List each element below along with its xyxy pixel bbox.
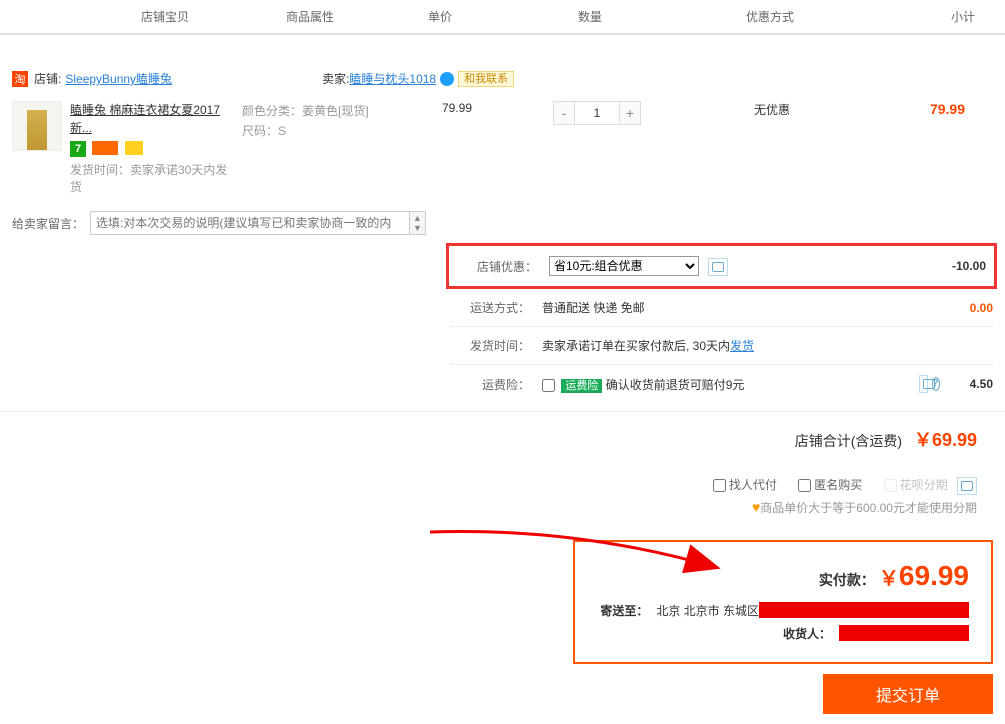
seller-link[interactable]: 瞌睡与枕头1018 <box>349 70 436 87</box>
order-options: 找人代付 匿名购买 花呗分期 ♥商品单价大于等于600.00元才能使用分期 <box>0 466 1005 526</box>
recipient-label: 收货人： <box>783 625 831 642</box>
final-payment-box: 实付款： ￥ 69.99 寄送至： 北京 北京市 东城区 收货人： <box>573 540 993 664</box>
service-badge-icon <box>92 141 118 155</box>
header-item: 店铺宝贝 <box>0 8 250 25</box>
chat-icon[interactable] <box>708 258 728 276</box>
contact-seller-button[interactable]: 和我联系 <box>458 71 514 87</box>
anonymous-checkbox[interactable] <box>798 479 811 492</box>
insurance-tag: 运费险 <box>561 379 602 393</box>
store-promo-amount: -10.00 <box>906 259 986 273</box>
store-promo-label: 店铺优惠： <box>457 258 537 275</box>
header-qty: 数量 <box>510 8 670 25</box>
service-badges: 7 <box>70 141 234 157</box>
shop-bar: 淘 店铺: SleepyBunny瞌睡兔 卖家: 瞌睡与枕头1018 和我联系 <box>0 60 1005 97</box>
header-promo: 优惠方式 <box>670 8 870 25</box>
insurance-amount: 4.50 <box>970 377 993 391</box>
store-total-label: 店铺合计(含运费) <box>795 433 902 449</box>
seller-message-input[interactable] <box>90 211 410 235</box>
huabei-checkbox <box>884 479 897 492</box>
message-label: 给卖家留言： <box>12 215 84 232</box>
address-redacted <box>759 602 969 618</box>
ship-time-label: 发货时间： <box>450 337 530 354</box>
pay-for-other-option[interactable]: 找人代付 <box>713 478 777 492</box>
store-total-row: 店铺合计(含运费) ￥69.99 <box>0 411 1005 466</box>
attr-color-value: 姜黄色[现货] <box>302 104 369 118</box>
shop-name-link[interactable]: SleepyBunny瞌睡兔 <box>65 70 172 87</box>
final-amount: 69.99 <box>899 560 969 592</box>
attr-color-label: 颜色分类： <box>242 104 302 118</box>
attr-size-value: S <box>278 124 286 138</box>
ship-time-value: 卖家承诺订单在买家付款后, 30天内发货 <box>542 337 913 354</box>
unit-price: 79.99 <box>402 101 512 195</box>
header-attrs: 商品属性 <box>250 8 370 25</box>
cart-item-row: 瞌睡兔 棉麻连衣裙女夏2017新... 7 发货时间：卖家承诺30天内发货 颜色… <box>0 97 1005 199</box>
huabei-option: 花呗分期 <box>884 478 948 492</box>
shop-label: 店铺: <box>34 70 61 87</box>
store-promo-select[interactable]: 省10元:组合优惠 <box>549 256 699 276</box>
pay-for-other-checkbox[interactable] <box>713 479 726 492</box>
insurance-content: 运费险 确认收货前退货可赔付9元 <box>542 376 913 393</box>
product-attributes: 颜色分类：姜黄色[现货] 尺码：S <box>242 101 402 195</box>
seller-message-row: 给卖家留言： ▲▼ <box>0 199 1005 247</box>
store-promo-highlight: 店铺优惠： 省10元:组合优惠 -10.00 <box>446 243 997 289</box>
shipping-method-value: 普通配送 快递 免邮 <box>542 299 913 316</box>
yen-symbol: ￥ <box>879 562 899 591</box>
recipient-redacted <box>839 625 969 641</box>
seller-label: 卖家: <box>322 70 349 87</box>
product-title-link[interactable]: 瞌睡兔 棉麻连衣裙女夏2017新... <box>70 103 220 135</box>
qty-decrease-button[interactable]: - <box>553 101 575 125</box>
item-promo: 无优惠 <box>682 101 862 195</box>
qty-increase-button[interactable]: + <box>619 101 641 125</box>
quantity-stepper: - + <box>512 101 682 195</box>
insurance-checkbox[interactable] <box>542 379 555 392</box>
insurance-text: 确认收货前退货可赔付9元 <box>606 378 745 392</box>
order-details: 店铺优惠： 省10元:组合优惠 -10.00 运送方式： 普通配送 快递 免邮 … <box>450 243 993 403</box>
product-thumbnail[interactable] <box>12 101 62 151</box>
shipping-amount: 0.00 <box>913 301 993 315</box>
ship-time-text: 卖家承诺订单在买家付款后, 30天内 <box>542 339 730 353</box>
header-subtotal: 小计 <box>870 8 1005 25</box>
qty-input[interactable] <box>575 101 619 125</box>
submit-order-button[interactable]: 提交订单 <box>823 674 993 714</box>
insurance-label: 运费险： <box>450 376 530 393</box>
attr-size-label: 尺码： <box>242 124 278 138</box>
ship-to-label: 寄送至： <box>600 602 648 619</box>
wangwang-icon[interactable] <box>440 72 454 86</box>
header-price: 单价 <box>370 8 510 25</box>
final-pay-label: 实付款： <box>819 570 875 590</box>
anonymous-option[interactable]: 匿名购买 <box>798 478 862 492</box>
item-subtotal: 79.99 <box>862 101 993 195</box>
taobao-icon: 淘 <box>12 71 28 87</box>
huabei-hint: ♥商品单价大于等于600.00元才能使用分期 <box>28 499 977 516</box>
ship-time-link[interactable]: 发货 <box>730 339 754 353</box>
item-ship-note: 发货时间：卖家承诺30天内发货 <box>70 161 234 195</box>
message-spinner-button[interactable]: ▲▼ <box>410 211 426 235</box>
seven-day-return-icon: 7 <box>70 141 86 157</box>
column-headers: 店铺宝贝 商品属性 单价 数量 优惠方式 小计 <box>0 0 1005 35</box>
ship-to-address: 北京 北京市 东城区 <box>656 602 759 619</box>
shipping-method-label: 运送方式： <box>450 299 530 316</box>
chat-icon[interactable] <box>919 375 928 393</box>
chat-icon[interactable] <box>957 477 977 495</box>
payment-badge-icon <box>125 141 143 155</box>
store-total-amount: ￥69.99 <box>914 430 977 450</box>
